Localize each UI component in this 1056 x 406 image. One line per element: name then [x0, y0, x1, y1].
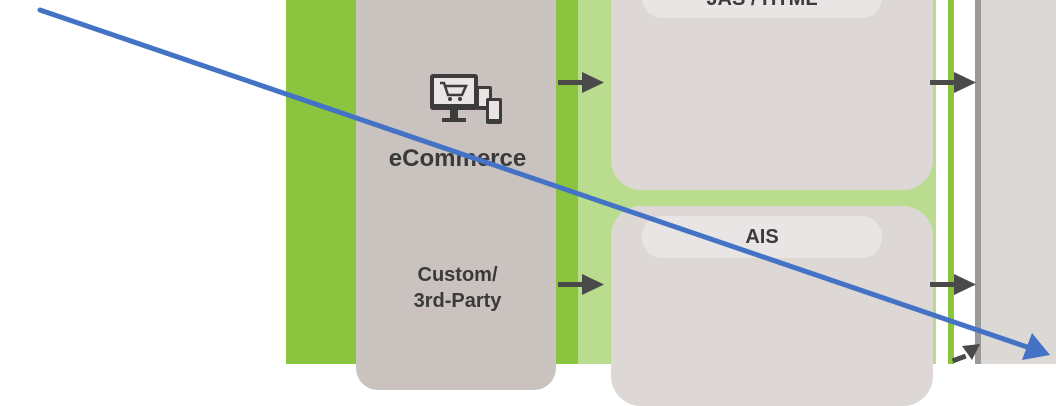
arrow-right-icon	[930, 274, 976, 295]
ecommerce-devices-icon	[430, 74, 502, 124]
custom-third-party-label: Custom/ 3rd-Party	[370, 262, 545, 314]
ecommerce-label: eCommerce	[388, 145, 527, 172]
arrow-right-icon	[558, 274, 604, 295]
right-column-strip	[977, 0, 1056, 364]
source-column	[356, 0, 556, 390]
gray-divider-bar	[975, 0, 981, 364]
architecture-diagram: JAS / HTML AIS eCommerce Custom/ 3rd-Par…	[0, 0, 1056, 406]
custom-label-line2: 3rd-Party	[413, 290, 502, 312]
jas-html-label: JAS / HTML	[642, 0, 882, 18]
green-divider	[948, 0, 954, 364]
custom-label-line1: Custom/	[417, 264, 498, 286]
arrow-right-icon	[930, 72, 976, 93]
arrow-right-icon	[558, 72, 604, 93]
ais-label: AIS	[642, 216, 882, 258]
jas-html-box	[611, 0, 933, 190]
arrow-diagonal-icon	[951, 344, 980, 364]
